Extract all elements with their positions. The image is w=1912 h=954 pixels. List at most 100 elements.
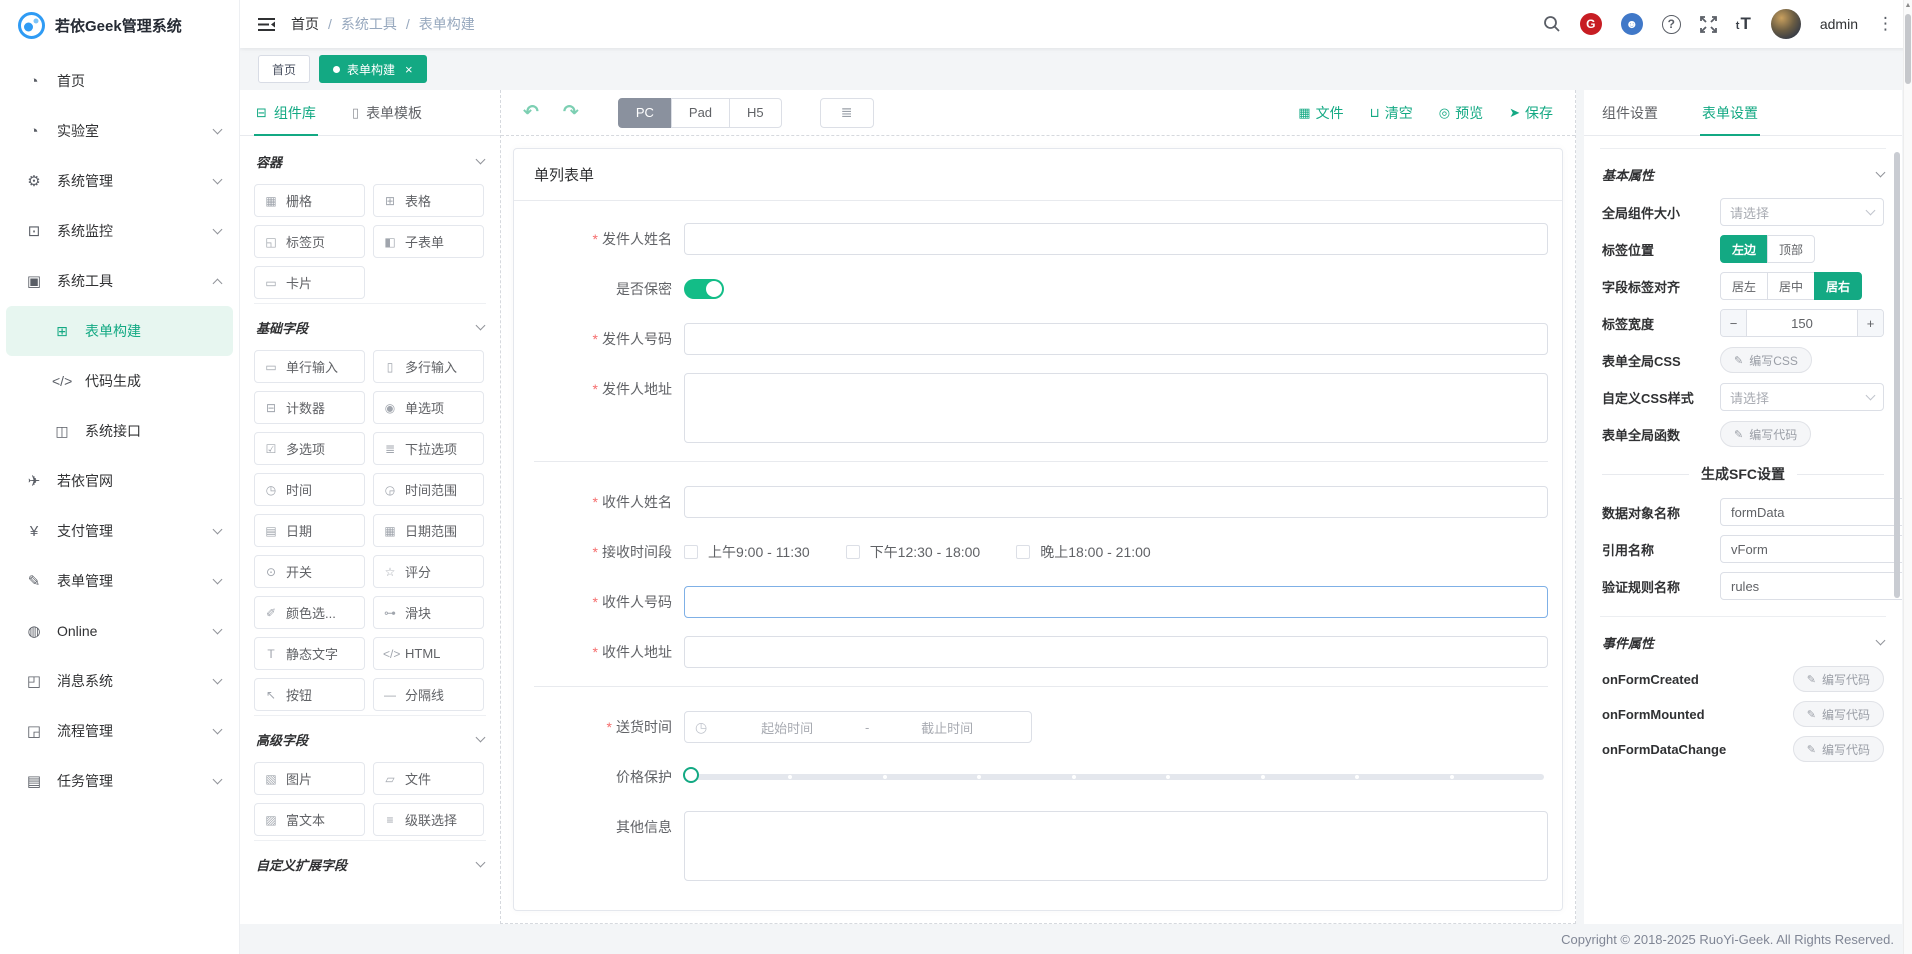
- tab-form-template[interactable]: ▯ 表单模板: [352, 90, 422, 135]
- textarea-发件人地址[interactable]: [684, 373, 1548, 443]
- edit-code-button[interactable]: ✎编写CSS: [1720, 347, 1812, 373]
- scrollbar-thumb[interactable]: [1905, 14, 1911, 84]
- library-widget-HTML[interactable]: </>HTML: [373, 637, 484, 670]
- undo-icon[interactable]: ↶: [523, 101, 539, 124]
- sidebar-item[interactable]: ⊡系统监控: [0, 206, 239, 256]
- text-input-收件人号码[interactable]: [684, 586, 1548, 618]
- avatar[interactable]: [1771, 9, 1801, 39]
- library-widget-表格[interactable]: ⊞表格: [373, 184, 484, 217]
- input-验证规则名称[interactable]: [1720, 572, 1902, 600]
- select-全局组件大小[interactable]: 请选择: [1720, 198, 1884, 226]
- library-widget-时间范围[interactable]: ◶时间范围: [373, 473, 484, 506]
- font-size-icon[interactable]: tT: [1736, 14, 1752, 34]
- library-widget-文件[interactable]: ▱文件: [373, 762, 484, 795]
- edit-code-button[interactable]: ✎编写代码: [1793, 736, 1884, 762]
- library-widget-静态文字[interactable]: T静态文字: [254, 637, 365, 670]
- sidebar-subitem[interactable]: ◫系统接口: [0, 406, 239, 456]
- library-widget-多行输入[interactable]: ▯多行输入: [373, 350, 484, 383]
- redo-icon[interactable]: ↷: [563, 101, 579, 124]
- segment-option-左边[interactable]: 左边: [1720, 235, 1768, 263]
- sidebar-subitem[interactable]: </>代码生成: [0, 356, 239, 406]
- slider-handle[interactable]: [683, 767, 699, 783]
- sidebar-item[interactable]: ◍Online: [0, 606, 239, 656]
- settings-scrollbar[interactable]: [1894, 152, 1900, 598]
- tag-item[interactable]: 首页: [258, 55, 310, 83]
- library-widget-栅格[interactable]: ▦栅格: [254, 184, 365, 217]
- tab-form-settings[interactable]: 表单设置: [1702, 90, 1758, 135]
- sidebar-item[interactable]: ¥支付管理: [0, 506, 239, 556]
- sidebar-item[interactable]: ✈若依官网: [0, 456, 239, 506]
- checkbox-option[interactable]: 上午9:00 - 11:30: [684, 536, 810, 568]
- library-widget-日期范围[interactable]: ▦日期范围: [373, 514, 484, 547]
- sidebar-item[interactable]: ▣系统工具: [0, 256, 239, 306]
- help-icon[interactable]: ?: [1662, 15, 1681, 34]
- segment-option-顶部[interactable]: 顶部: [1767, 235, 1815, 263]
- scroll-up-arrow-icon[interactable]: ▲: [1904, 2, 1912, 9]
- user-name[interactable]: admin: [1820, 16, 1858, 32]
- library-section-header[interactable]: 容器: [256, 152, 484, 171]
- text-input-收件人姓名[interactable]: [684, 486, 1548, 518]
- library-widget-级联选择[interactable]: ≡级联选择: [373, 803, 484, 836]
- sidebar-subitem[interactable]: ⊞表单构建: [6, 306, 233, 356]
- sidebar-item[interactable]: ✎表单管理: [0, 556, 239, 606]
- edit-code-button[interactable]: ✎编写代码: [1793, 666, 1884, 692]
- search-icon[interactable]: [1543, 15, 1561, 33]
- fullscreen-icon[interactable]: [1700, 16, 1717, 33]
- stepper-plus-button[interactable]: +: [1857, 310, 1883, 336]
- edit-code-button[interactable]: ✎编写代码: [1720, 421, 1811, 447]
- text-input-收件人地址[interactable]: [684, 636, 1548, 668]
- action-清空[interactable]: ⊔清空: [1370, 103, 1413, 123]
- input-引用名称[interactable]: [1720, 535, 1902, 563]
- library-widget-开关[interactable]: ⊙开关: [254, 555, 365, 588]
- library-widget-标签页[interactable]: ◱标签页: [254, 225, 365, 258]
- library-widget-日期[interactable]: ▤日期: [254, 514, 365, 547]
- library-widget-滑块[interactable]: ⊶滑块: [373, 596, 484, 629]
- library-widget-按钮[interactable]: ↖按钮: [254, 678, 365, 711]
- device-button-H5[interactable]: H5: [729, 98, 782, 128]
- text-input-发件人姓名[interactable]: [684, 223, 1548, 255]
- action-文件[interactable]: ▦文件: [1298, 103, 1343, 123]
- library-widget-下拉选项[interactable]: ≣下拉选项: [373, 432, 484, 465]
- library-widget-颜色选...[interactable]: ✐颜色选...: [254, 596, 365, 629]
- sidebar-item[interactable]: ▤任务管理: [0, 756, 239, 806]
- input-数据对象名称[interactable]: [1720, 498, 1902, 526]
- library-widget-分隔线[interactable]: —分隔线: [373, 678, 484, 711]
- close-icon[interactable]: ×: [405, 62, 413, 77]
- time-range-picker[interactable]: ◷起始时间-截止时间: [684, 711, 1032, 743]
- library-widget-图片[interactable]: ▧图片: [254, 762, 365, 795]
- library-widget-单选项[interactable]: ◉单选项: [373, 391, 484, 424]
- basic-props-header[interactable]: 基本属性: [1602, 165, 1884, 184]
- library-section-header[interactable]: 高级字段: [256, 730, 484, 749]
- library-section-header[interactable]: 基础字段: [256, 318, 484, 337]
- library-widget-富文本[interactable]: ▨富文本: [254, 803, 365, 836]
- outline-tree-button[interactable]: ≣: [820, 98, 874, 128]
- library-widget-多选项[interactable]: ☑多选项: [254, 432, 365, 465]
- toggle-switch-是否保密[interactable]: [684, 279, 724, 299]
- tab-component-library[interactable]: ⊟ 组件库: [256, 90, 316, 135]
- textarea-其他信息[interactable]: [684, 811, 1548, 881]
- window-scrollbar[interactable]: ▲: [1903, 0, 1912, 954]
- checkbox-option[interactable]: 下午12:30 - 18:00: [846, 536, 981, 568]
- edit-code-button[interactable]: ✎编写代码: [1793, 701, 1884, 727]
- event-props-header[interactable]: 事件属性: [1602, 633, 1884, 652]
- library-widget-子表单[interactable]: ◧子表单: [373, 225, 484, 258]
- github-icon[interactable]: ☻: [1621, 13, 1643, 35]
- sidebar-item[interactable]: ⚙系统管理: [0, 156, 239, 206]
- tag-active[interactable]: 表单构建×: [319, 55, 427, 83]
- text-input-发件人号码[interactable]: [684, 323, 1548, 355]
- sidebar-item[interactable]: ◲流程管理: [0, 706, 239, 756]
- collapse-sidebar-icon[interactable]: [258, 17, 275, 32]
- library-widget-单行输入[interactable]: ▭单行输入: [254, 350, 365, 383]
- breadcrumb-item[interactable]: 首页: [291, 14, 319, 34]
- segment-option-居右[interactable]: 居右: [1814, 272, 1862, 300]
- gitee-icon[interactable]: G: [1580, 13, 1602, 35]
- device-button-PC[interactable]: PC: [618, 98, 672, 128]
- select-自定义CSS样式[interactable]: 请选择: [1720, 383, 1884, 411]
- segment-option-居左[interactable]: 居左: [1720, 272, 1768, 300]
- more-dots-icon[interactable]: ⋮: [1877, 14, 1894, 34]
- sidebar-item[interactable]: ◔实验室: [0, 106, 239, 156]
- library-widget-计数器[interactable]: ⊟计数器: [254, 391, 365, 424]
- checkbox-option[interactable]: 晚上18:00 - 21:00: [1016, 536, 1151, 568]
- action-保存[interactable]: ➤保存: [1509, 103, 1553, 123]
- library-widget-卡片[interactable]: ▭卡片: [254, 266, 365, 299]
